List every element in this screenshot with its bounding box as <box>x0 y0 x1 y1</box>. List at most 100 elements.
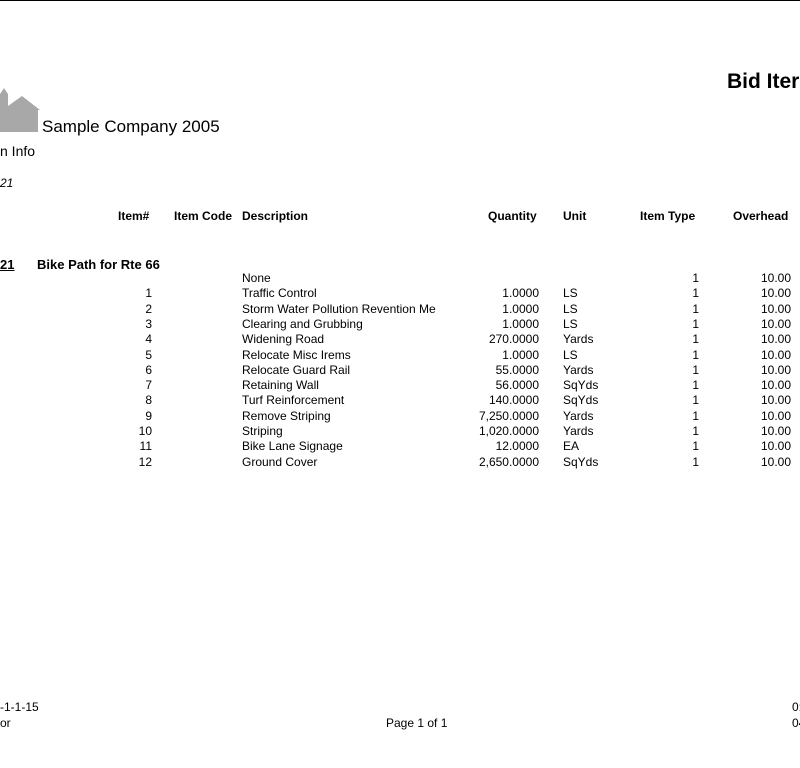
item-description: Storm Water Pollution Revention Me <box>242 301 436 316</box>
item-overhead: 10.00 <box>760 332 791 347</box>
item-type: 1 <box>692 347 699 362</box>
table-row: 12 Ground Cover 2,650.0000 SqYds 1 10.00 <box>0 455 800 470</box>
item-quantity: 1.0000 <box>502 347 539 362</box>
item-quantity: 1.0000 <box>502 301 539 316</box>
report-subtitle: n Info <box>0 143 36 159</box>
item-unit: Yards <box>563 332 594 347</box>
item-type: 1 <box>692 332 699 347</box>
group-name: Bike Path for Rte 66 <box>37 257 160 272</box>
item-quantity: 1.0000 <box>502 286 539 301</box>
group-number: 21 <box>0 257 15 272</box>
col-overhead: Overhead <box>733 209 789 223</box>
top-border <box>0 0 800 1</box>
item-unit: SqYds <box>563 393 599 408</box>
table-row: 7 Retaining Wall 56.0000 SqYds 1 10.00 <box>0 378 800 393</box>
company-logo-house-icon <box>0 88 40 132</box>
item-type: 1 <box>692 271 699 285</box>
item-quantity: 12.0000 <box>495 439 539 454</box>
item-type: 1 <box>692 454 699 469</box>
item-overhead: 10.00 <box>760 378 791 393</box>
col-description: Description <box>242 209 309 223</box>
item-unit: Yards <box>563 408 594 423</box>
item-number: 2 <box>145 301 152 316</box>
item-quantity: 270.0000 <box>488 332 539 347</box>
item-unit: LS <box>563 316 578 331</box>
item-unit: LS <box>563 347 578 362</box>
item-type: 1 <box>692 316 699 331</box>
item-description: Striping <box>242 424 283 438</box>
item-description: Turf Reinforcement <box>242 393 345 408</box>
item-type: 1 <box>692 362 699 377</box>
item-quantity: 1.0000 <box>502 316 539 331</box>
item-unit: SqYds <box>563 378 599 393</box>
item-number: 9 <box>145 408 152 423</box>
table-row: 11 Bike Lane Signage 12.0000 EA 1 10.00 <box>0 439 800 454</box>
item-type: 1 <box>692 378 699 393</box>
item-description: Traffic Control <box>242 286 317 301</box>
item-overhead: 10.00 <box>760 408 791 423</box>
item-description: None <box>242 271 271 285</box>
item-unit: SqYds <box>563 454 599 469</box>
item-description: Clearing and Grubbing <box>242 316 363 331</box>
item-type: 1 <box>692 286 699 301</box>
item-description: Remove Striping <box>242 408 331 423</box>
item-quantity: 56.0000 <box>495 378 539 393</box>
item-number: 8 <box>145 393 152 408</box>
item-quantity: 55.0000 <box>495 362 539 377</box>
table-row: 5 Relocate Misc Irems 1.0000 LS 1 10.00 <box>0 348 800 363</box>
footer-right-1: 0: <box>792 700 800 714</box>
item-number: 3 <box>145 316 152 331</box>
footer-left-2: or <box>0 716 11 730</box>
table-row: 2 Storm Water Pollution Revention Me 1.000… <box>0 302 800 317</box>
item-quantity: 2,650.0000 <box>478 454 539 469</box>
item-description: Widening Road <box>242 332 325 347</box>
footer-left-1: -1-1-15 <box>0 700 39 714</box>
table-row: 3 Clearing and Grubbing 1.0000 LS 1 10.00 <box>0 317 800 332</box>
company-name: Sample Company 2005 <box>42 117 220 136</box>
item-unit: LS <box>563 286 578 301</box>
item-description: Ground Cover <box>242 454 318 469</box>
item-description: Relocate Misc Irems <box>242 347 351 362</box>
report-title: Bid Iter <box>727 70 800 93</box>
col-unit: Unit <box>563 209 587 223</box>
item-quantity: 1,020.0000 <box>478 424 539 438</box>
item-overhead: 10.00 <box>760 316 791 331</box>
item-unit: LS <box>563 301 578 316</box>
item-number: 4 <box>145 332 152 347</box>
table-row: 4 Widening Road 270.0000 Yards 1 10.00 <box>0 332 800 347</box>
item-description: Bike Lane Signage <box>242 439 343 454</box>
page-number: Page 1 of 1 <box>386 716 448 730</box>
item-quantity: 7,250.0000 <box>478 408 539 423</box>
item-description: Relocate Guard Rail <box>242 362 351 377</box>
item-unit: Yards <box>563 362 594 377</box>
item-description: Retaining Wall <box>242 378 319 393</box>
item-overhead: 10.00 <box>760 271 791 285</box>
item-overhead: 10.00 <box>760 454 791 469</box>
item-overhead: 10.00 <box>760 301 791 316</box>
col-quantity: Quantity <box>488 209 537 223</box>
item-quantity: 140.0000 <box>488 393 539 408</box>
table-row: 8 Turf Reinforcement 140.0000 SqYds 1 10.00 <box>0 393 800 408</box>
item-number: 10 <box>138 424 152 438</box>
item-number: 6 <box>145 362 152 377</box>
report-id: 21 <box>0 176 14 190</box>
item-overhead: 10.00 <box>760 362 791 377</box>
item-number: 7 <box>145 378 152 393</box>
item-unit: EA <box>563 439 580 454</box>
item-number: 12 <box>138 454 152 469</box>
table-row: None 1 10.00 <box>0 271 800 286</box>
table-row: 10 Striping 1,020.0000 Yards 1 10.00 <box>0 424 800 439</box>
item-number: 5 <box>145 347 152 362</box>
item-type: 1 <box>692 408 699 423</box>
footer-right-2: 04 <box>792 716 800 730</box>
item-type: 1 <box>692 301 699 316</box>
item-type: 1 <box>692 439 699 454</box>
item-number: 11 <box>139 439 152 454</box>
item-overhead: 10.00 <box>760 424 791 438</box>
item-unit: Yards <box>563 424 594 438</box>
col-item-code: Item Code <box>174 209 233 223</box>
item-overhead: 10.00 <box>760 347 791 362</box>
col-item-type: Item Type <box>640 209 696 223</box>
item-overhead: 10.00 <box>760 393 791 408</box>
item-overhead: 10.00 <box>760 286 791 301</box>
